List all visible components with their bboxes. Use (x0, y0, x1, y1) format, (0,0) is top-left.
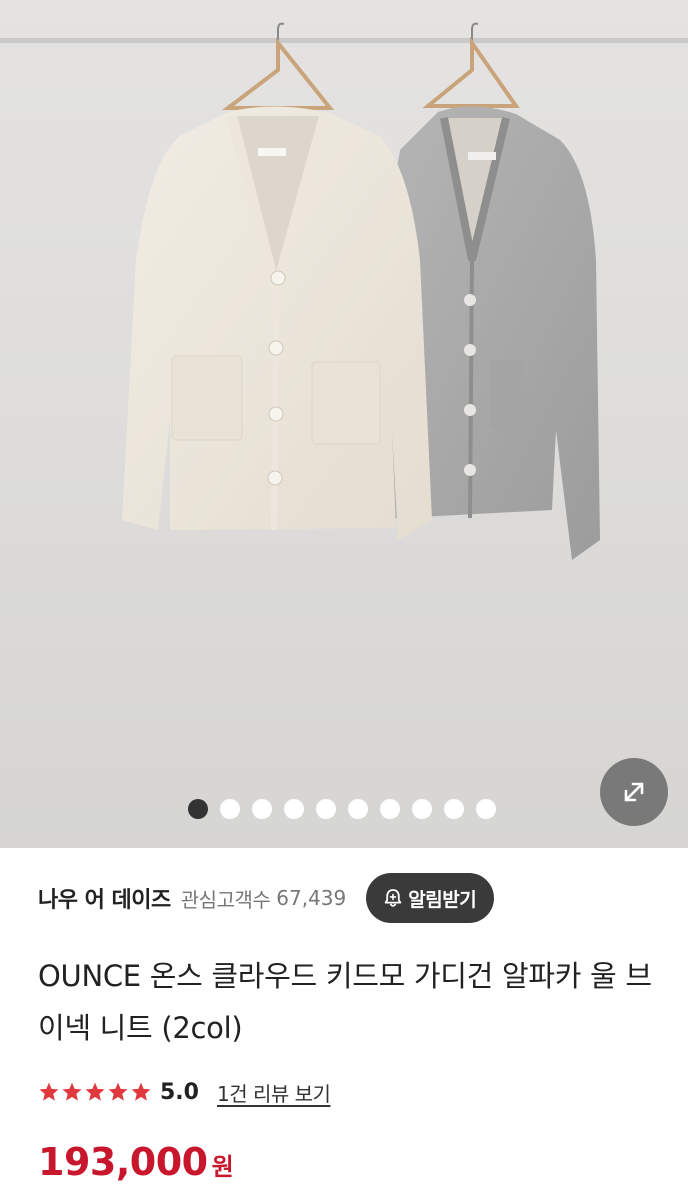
star-icon (85, 1082, 105, 1101)
rating-score: 5.0 (160, 1079, 199, 1105)
subscribe-alarm-button[interactable]: 알림받기 (366, 873, 495, 923)
pager-dot[interactable] (220, 799, 240, 819)
product-image-gallery[interactable] (0, 0, 688, 848)
pager-dot[interactable] (316, 799, 336, 819)
star-icon (131, 1082, 151, 1101)
pager-dot[interactable] (380, 799, 400, 819)
product-photo (0, 22, 688, 560)
price-currency: 원 (211, 1153, 234, 1181)
shop-name[interactable]: 나우 어 데이즈 (38, 882, 171, 914)
price-row: 193,000 원 (38, 1140, 234, 1192)
review-link[interactable]: 1건 리뷰 보기 (217, 1078, 331, 1107)
expand-arrows-icon (624, 782, 644, 802)
star-icon (39, 1082, 59, 1101)
bell-plus-icon (384, 889, 402, 907)
price-value: 193,000 (38, 1140, 208, 1184)
alarm-button-label: 알림받기 (408, 888, 477, 911)
rating-row: 5.0 1건 리뷰 보기 (38, 1072, 331, 1112)
star-rating (38, 1081, 152, 1103)
pager-dot[interactable] (444, 799, 464, 819)
pager-dot[interactable] (188, 799, 208, 819)
expand-image-button[interactable] (600, 758, 668, 826)
followers-count: 67,439 (276, 886, 347, 910)
pager-dot[interactable] (284, 799, 304, 819)
product-title: OUNCE 온스 클라우드 키드모 가디건 알파카 울 브이넥 니트 (2col… (38, 959, 652, 1045)
star-icon (62, 1082, 82, 1101)
shop-info-row: 나우 어 데이즈 관심고객수 67,439 알림받기 (38, 872, 658, 924)
followers-label: 관심고객수 (180, 887, 271, 912)
pager-dot[interactable] (348, 799, 368, 819)
pager-dot[interactable] (476, 799, 496, 819)
pager-dot[interactable] (412, 799, 432, 819)
pager-dot[interactable] (252, 799, 272, 819)
star-icon (108, 1082, 128, 1101)
image-pager[interactable] (188, 798, 496, 820)
